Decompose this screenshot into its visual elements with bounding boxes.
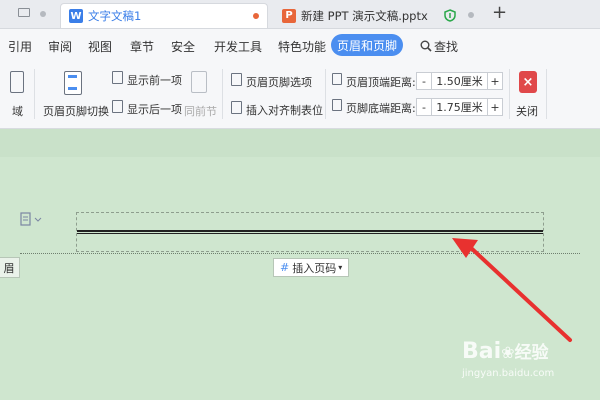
watermark-brand: Bai	[462, 339, 502, 364]
watermark: Bai❀经验	[462, 338, 549, 364]
paw-icon: ❀	[501, 343, 515, 362]
watermark-url: jingyan.baidu.com	[462, 368, 555, 379]
watermark-brand-suffix: 经验	[514, 343, 549, 363]
